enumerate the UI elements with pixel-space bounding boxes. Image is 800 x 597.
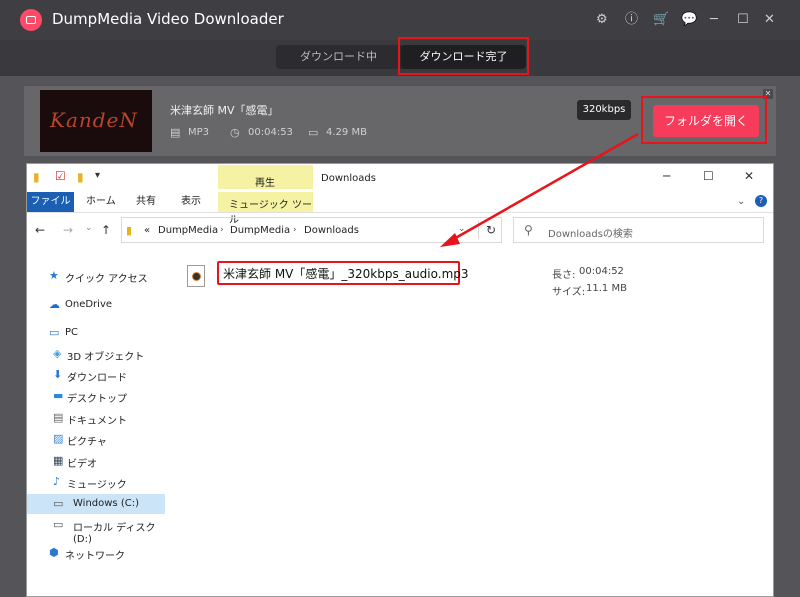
- size-value: 11.1 MB: [586, 283, 627, 294]
- address-segment-1[interactable]: DumpMedia: [158, 225, 218, 236]
- bitrate-badge: 320kbps: [577, 100, 631, 120]
- item-duration: 00:04:53: [248, 127, 293, 138]
- mp3-file-icon: [187, 265, 205, 287]
- ribbon-tab-home[interactable]: ホーム: [86, 192, 116, 212]
- ribbon-tab-music-tools[interactable]: ミュージック ツール: [218, 192, 313, 226]
- app-titlebar: DumpMedia Video Downloader ⚙ ⓘ 🛒 💬 ─ ☐ ✕: [0, 0, 800, 40]
- highlight-box-open-folder: [641, 96, 767, 144]
- address-segment-2[interactable]: DumpMedia: [230, 225, 290, 236]
- item-format: MP3: [188, 127, 210, 138]
- nav-item-music[interactable]: ♪ ミュージック: [27, 472, 165, 492]
- clock-icon: ◷: [230, 126, 240, 139]
- recent-locations-icon[interactable]: ⌄: [85, 223, 93, 233]
- document-icon: ▤: [53, 411, 64, 424]
- search-icon: ⚲: [524, 223, 533, 237]
- help-icon[interactable]: ?: [755, 195, 767, 207]
- thumbnail-logo-text: KandeN: [50, 108, 138, 132]
- cube-icon: ◈: [53, 347, 62, 360]
- ribbon-tab-view[interactable]: 表示: [181, 192, 201, 212]
- info-icon[interactable]: ⓘ: [625, 12, 638, 28]
- maximize-icon[interactable]: ☐: [703, 169, 714, 183]
- chevron-right-icon: ›: [293, 225, 297, 235]
- length-value: 00:04:52: [579, 266, 624, 277]
- star-icon: ★: [49, 269, 59, 282]
- video-icon: ▦: [53, 454, 64, 467]
- highlight-box-completed-tab: [398, 37, 529, 75]
- nav-item-pictures[interactable]: ▨ ピクチャ: [27, 429, 165, 449]
- disk-icon: ▭: [53, 518, 64, 531]
- minimize-icon[interactable]: ─: [663, 169, 670, 183]
- maximize-icon[interactable]: ☐: [737, 12, 749, 28]
- close-icon[interactable]: ✕: [744, 169, 754, 183]
- item-title: 米津玄師 MV「感電」: [170, 104, 279, 117]
- chat-icon[interactable]: 💬: [681, 12, 697, 28]
- nav-item-documents[interactable]: ▤ ドキュメント: [27, 408, 165, 428]
- search-box[interactable]: ⚲ Downloadsの検索: [513, 217, 764, 243]
- nav-item-windows-c[interactable]: ▭ Windows (C:): [27, 494, 165, 514]
- length-label: 長さ:: [552, 270, 576, 281]
- back-arrow-icon[interactable]: ←: [35, 223, 45, 237]
- window-title: Downloads: [321, 173, 376, 184]
- app-title: DumpMedia Video Downloader: [52, 10, 284, 28]
- chevron-right-icon: ›: [220, 225, 224, 235]
- minimize-icon[interactable]: ─: [710, 12, 718, 28]
- item-size: 4.29 MB: [326, 127, 367, 138]
- computer-icon: ▭: [49, 326, 60, 339]
- refresh-icon[interactable]: ↻: [486, 223, 496, 237]
- folder-icon: ▮: [126, 224, 133, 237]
- forward-arrow-icon[interactable]: →: [63, 223, 73, 237]
- ribbon-tab-file[interactable]: ファイル: [27, 192, 74, 212]
- gear-icon[interactable]: ⚙: [596, 12, 608, 28]
- checkbox-icon[interactable]: ☑: [55, 169, 66, 183]
- address-row: ← → ⌄ ↑ ▮ « DumpMedia › DumpMedia › Down…: [27, 216, 773, 246]
- address-prefix: «: [144, 225, 151, 236]
- context-tab-play[interactable]: 再生: [255, 174, 275, 189]
- chevron-down-icon[interactable]: ⌄: [737, 196, 745, 207]
- cloud-icon: ☁: [49, 298, 60, 311]
- drive-icon: ▭: [53, 497, 64, 510]
- nav-item-onedrive[interactable]: ☁ OneDrive: [27, 295, 165, 315]
- desktop-icon: ▬: [53, 389, 64, 402]
- nav-item-desktop[interactable]: ▬ デスクトップ: [27, 386, 165, 406]
- customize-toolbar-icon[interactable]: ▾: [95, 170, 100, 181]
- up-arrow-icon[interactable]: ↑: [101, 223, 111, 237]
- download-icon: ⬇: [53, 368, 63, 381]
- folder-icon: ▮: [33, 170, 40, 184]
- network-icon: ⬢: [49, 546, 59, 559]
- close-icon[interactable]: ✕: [764, 12, 775, 28]
- nav-item-network[interactable]: ⬢ ネットワーク: [27, 543, 165, 563]
- nav-item-downloads[interactable]: ⬇ ダウンロード: [27, 365, 165, 385]
- search-placeholder: Downloadsの検索: [548, 229, 633, 240]
- nav-item-videos[interactable]: ▦ ビデオ: [27, 451, 165, 471]
- cart-icon[interactable]: 🛒: [653, 12, 669, 28]
- address-segment-3[interactable]: Downloads: [304, 225, 359, 236]
- audio-file-icon: ▤: [170, 126, 181, 139]
- music-icon: ♪: [53, 475, 61, 488]
- ribbon-tab-share[interactable]: 共有: [136, 192, 156, 212]
- folder-icon: ▭: [308, 126, 319, 139]
- quick-access-toolbar: ▮ ☑ ▮ ▾ 再生 Downloads ─ ☐ ✕: [27, 164, 773, 192]
- app-logo-icon: [20, 9, 42, 31]
- file-explorer-window: ▮ ☑ ▮ ▾ 再生 Downloads ─ ☐ ✕ ホーム 共有 表示 ⌄ ?…: [26, 163, 774, 597]
- nav-item-3d-objects[interactable]: ◈ 3D オブジェクト: [27, 344, 165, 364]
- video-thumbnail: KandeN: [40, 90, 152, 152]
- ribbon-tabs: ホーム 共有 表示 ⌄ ?: [27, 192, 773, 213]
- picture-icon: ▨: [53, 432, 64, 445]
- nav-item-quick-access[interactable]: ★ クイック アクセス: [27, 266, 165, 286]
- new-folder-icon[interactable]: ▮: [77, 170, 84, 184]
- file-name[interactable]: 米津玄師 MV「感電」_320kbps_audio.mp3: [217, 261, 469, 285]
- chevron-down-icon[interactable]: ⌄: [458, 224, 466, 234]
- size-label: サイズ:: [552, 287, 586, 298]
- tab-downloading[interactable]: ダウンロード中: [276, 45, 401, 69]
- nav-item-pc[interactable]: ▭ PC: [27, 323, 165, 343]
- address-bar[interactable]: ▮ « DumpMedia › DumpMedia › Downloads ⌄ …: [121, 217, 502, 243]
- nav-item-local-disk-d[interactable]: ▭ ローカル ディスク (D:): [27, 515, 165, 545]
